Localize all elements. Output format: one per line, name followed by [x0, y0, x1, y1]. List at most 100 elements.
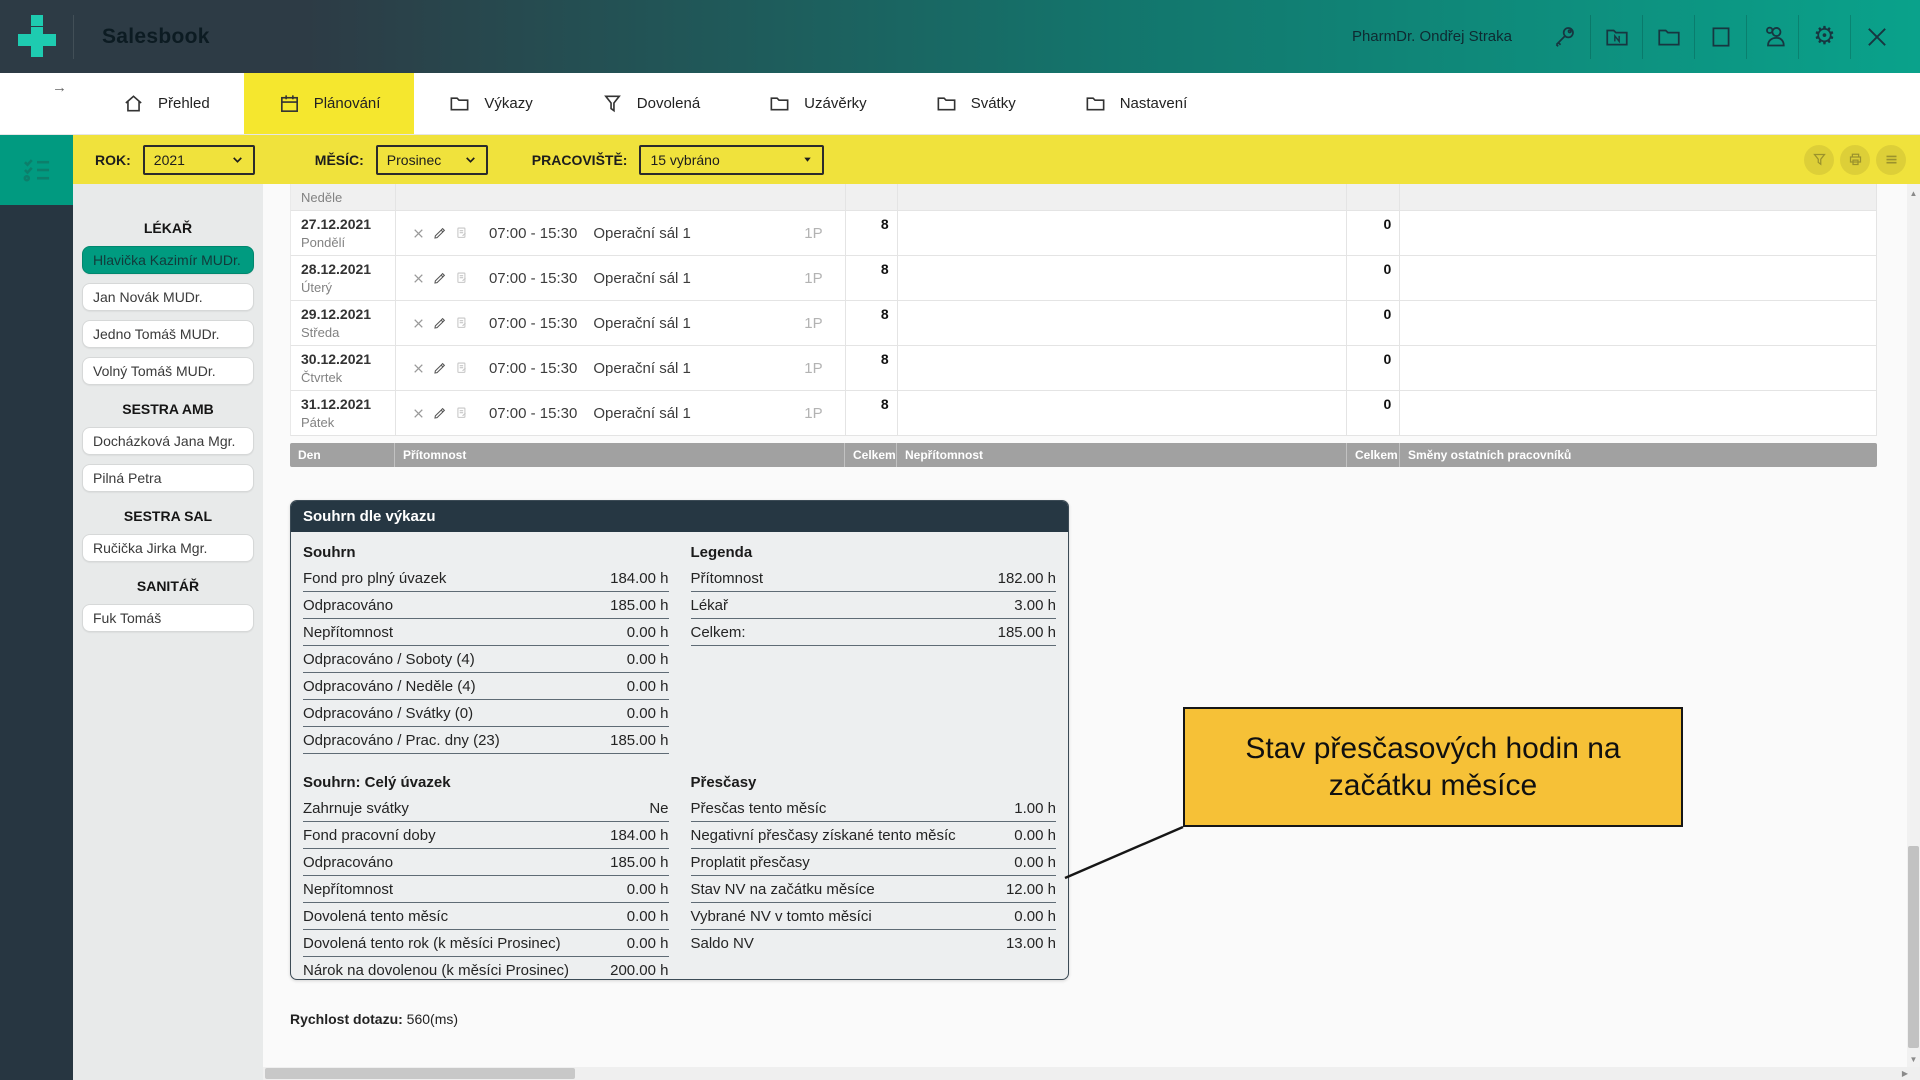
- footer-col-celkem: Celkem: [845, 443, 897, 467]
- row-absent-total: 0: [1347, 256, 1400, 300]
- row-day: Čtvrtek: [301, 370, 395, 385]
- shift-tag: 1P: [804, 270, 822, 287]
- tab-prehled[interactable]: Přehled: [88, 73, 244, 134]
- user-name: PharmDr. Ondřej Straka: [1352, 28, 1512, 45]
- sidebar-person[interactable]: Ručička Jirka Mgr.: [82, 534, 254, 562]
- group-title-sestra-sal: SESTRA SAL: [73, 508, 263, 524]
- edit-shift-icon[interactable]: [433, 406, 447, 420]
- note-icon[interactable]: [455, 271, 469, 285]
- shift-time: 07:00 - 15:30: [489, 225, 577, 242]
- delete-shift-icon[interactable]: [412, 227, 425, 240]
- nav-bar: → Přehled Plánování Výkazy Dovolená: [0, 73, 1920, 135]
- filter-button[interactable]: [1804, 145, 1834, 175]
- note-icon[interactable]: [455, 226, 469, 240]
- summary-row: Odpracováno / Prac. dny (23)185.00 h: [303, 727, 669, 754]
- edit-shift-icon[interactable]: [433, 226, 447, 240]
- tab-vykazy[interactable]: Výkazy: [414, 73, 566, 134]
- shift-place: Operační sál 1: [593, 270, 804, 287]
- folder-n-icon[interactable]: [1590, 15, 1642, 59]
- note-icon[interactable]: [455, 316, 469, 330]
- scroll-right-icon[interactable]: ▶: [1902, 1067, 1908, 1080]
- summary-panel-title: Souhrn dle výkazu: [291, 501, 1068, 532]
- note-icon[interactable]: [455, 406, 469, 420]
- tab-nastaveni[interactable]: Nastavení: [1050, 73, 1222, 134]
- vertical-scrollbar[interactable]: ▲ ▼: [1907, 184, 1920, 1068]
- gear-icon[interactable]: ⚙: [1798, 15, 1850, 59]
- checklist-icon: [20, 153, 54, 187]
- sidebar-person[interactable]: Pilná Petra: [82, 464, 254, 492]
- menu-button[interactable]: [1876, 145, 1906, 175]
- row-present-total: 8: [846, 184, 898, 210]
- horizontal-scrollbar-thumb[interactable]: [265, 1068, 575, 1079]
- printer-icon: [1848, 152, 1863, 167]
- close-icon[interactable]: [1850, 15, 1902, 59]
- row-day: Úterý: [301, 280, 395, 295]
- users-icon[interactable]: [1746, 15, 1798, 59]
- sidebar-person[interactable]: Docházková Jana Mgr.: [82, 427, 254, 455]
- back-arrow[interactable]: →: [52, 79, 67, 96]
- summary-row: Odpracováno / Soboty (4)0.00 h: [303, 646, 669, 673]
- rok-select[interactable]: 2021: [143, 145, 255, 175]
- sidebar-person[interactable]: Jedno Tomáš MUDr.: [82, 320, 254, 348]
- sidebar-person[interactable]: Jan Novák MUDr.: [82, 283, 254, 311]
- pracoviste-select[interactable]: 15 vybráno: [639, 145, 824, 175]
- delete-shift-icon[interactable]: [412, 362, 425, 375]
- delete-shift-icon[interactable]: [412, 272, 425, 285]
- row-absent-total: 0: [1347, 301, 1400, 345]
- row-present-total: 8: [846, 256, 898, 300]
- folder-icon: [448, 92, 471, 115]
- summary-row: Lékař3.00 h: [691, 592, 1057, 619]
- folder-icon[interactable]: [1642, 15, 1694, 59]
- sidebar-person[interactable]: Fuk Tomáš: [82, 604, 254, 632]
- key-icon[interactable]: [1538, 15, 1590, 59]
- group-title-sanitar: SANITÁŘ: [73, 578, 263, 594]
- horizontal-scrollbar[interactable]: ▶: [263, 1067, 1920, 1080]
- home-icon: [122, 92, 145, 115]
- row-day: Pondělí: [301, 235, 395, 250]
- summary-row: Odpracováno / Svátky (0)0.00 h: [303, 700, 669, 727]
- delete-shift-icon[interactable]: [412, 317, 425, 330]
- mesic-select[interactable]: Prosinec: [376, 145, 488, 175]
- tab-planovani[interactable]: Plánování: [244, 73, 415, 134]
- sidebar-person[interactable]: Volný Tomáš MUDr.: [82, 357, 254, 385]
- shift-time: 07:00 - 15:30: [489, 270, 577, 287]
- summary-row: Fond pro plný úvazek184.00 h: [303, 565, 669, 592]
- folder-icon: [768, 92, 791, 115]
- shift-tag: 1P: [804, 360, 822, 377]
- sidebar-toggle-button[interactable]: [0, 135, 73, 205]
- shift-place: Operační sál 1: [593, 225, 804, 242]
- app-header: Salesbook PharmDr. Ondřej Straka: [0, 0, 1920, 73]
- row-date: 30.12.2021: [301, 351, 395, 367]
- edit-shift-icon[interactable]: [433, 361, 447, 375]
- summary-row: Zahrnuje svátkyNe: [303, 795, 669, 822]
- sidebar-person-selected[interactable]: Hlavička Kazimír MUDr.: [82, 246, 254, 274]
- tab-label: Dovolená: [637, 95, 700, 112]
- summary-row: Nepřítomnost0.00 h: [303, 876, 669, 903]
- tab-uzaverky[interactable]: Uzávěrky: [734, 73, 901, 134]
- scroll-down-icon[interactable]: ▼: [1907, 1052, 1920, 1066]
- edit-shift-icon[interactable]: [433, 271, 447, 285]
- tab-label: Výkazy: [484, 95, 532, 112]
- table-row-partial: 26.12.2021 Neděle 8 0: [290, 184, 1877, 211]
- mesic-label: MĚSÍC:: [315, 152, 364, 168]
- header-divider: [73, 15, 74, 59]
- sidebar-rail: [0, 205, 73, 1080]
- summary-row: Fond pracovní doby184.00 h: [303, 822, 669, 849]
- tab-label: Přehled: [158, 95, 210, 112]
- square-icon[interactable]: [1694, 15, 1746, 59]
- delete-shift-icon[interactable]: [412, 407, 425, 420]
- row-day: Neděle: [301, 190, 395, 205]
- row-date: 26.12.2021: [301, 184, 395, 187]
- section-title: Přesčasy: [691, 768, 1057, 795]
- tab-dovolena[interactable]: Dovolená: [567, 73, 734, 134]
- folder-icon: [1084, 92, 1107, 115]
- scroll-up-icon[interactable]: ▲: [1907, 186, 1920, 200]
- table-row: 31.12.2021 Pátek 07:00 - 15:30 Operační …: [290, 391, 1877, 436]
- group-title-lekar: LÉKAŘ: [73, 220, 263, 236]
- tab-svatky[interactable]: Svátky: [901, 73, 1050, 134]
- print-button[interactable]: [1840, 145, 1870, 175]
- note-icon[interactable]: [455, 361, 469, 375]
- app-logo-icon: [0, 0, 73, 73]
- edit-shift-icon[interactable]: [433, 316, 447, 330]
- vertical-scrollbar-thumb[interactable]: [1908, 846, 1919, 1048]
